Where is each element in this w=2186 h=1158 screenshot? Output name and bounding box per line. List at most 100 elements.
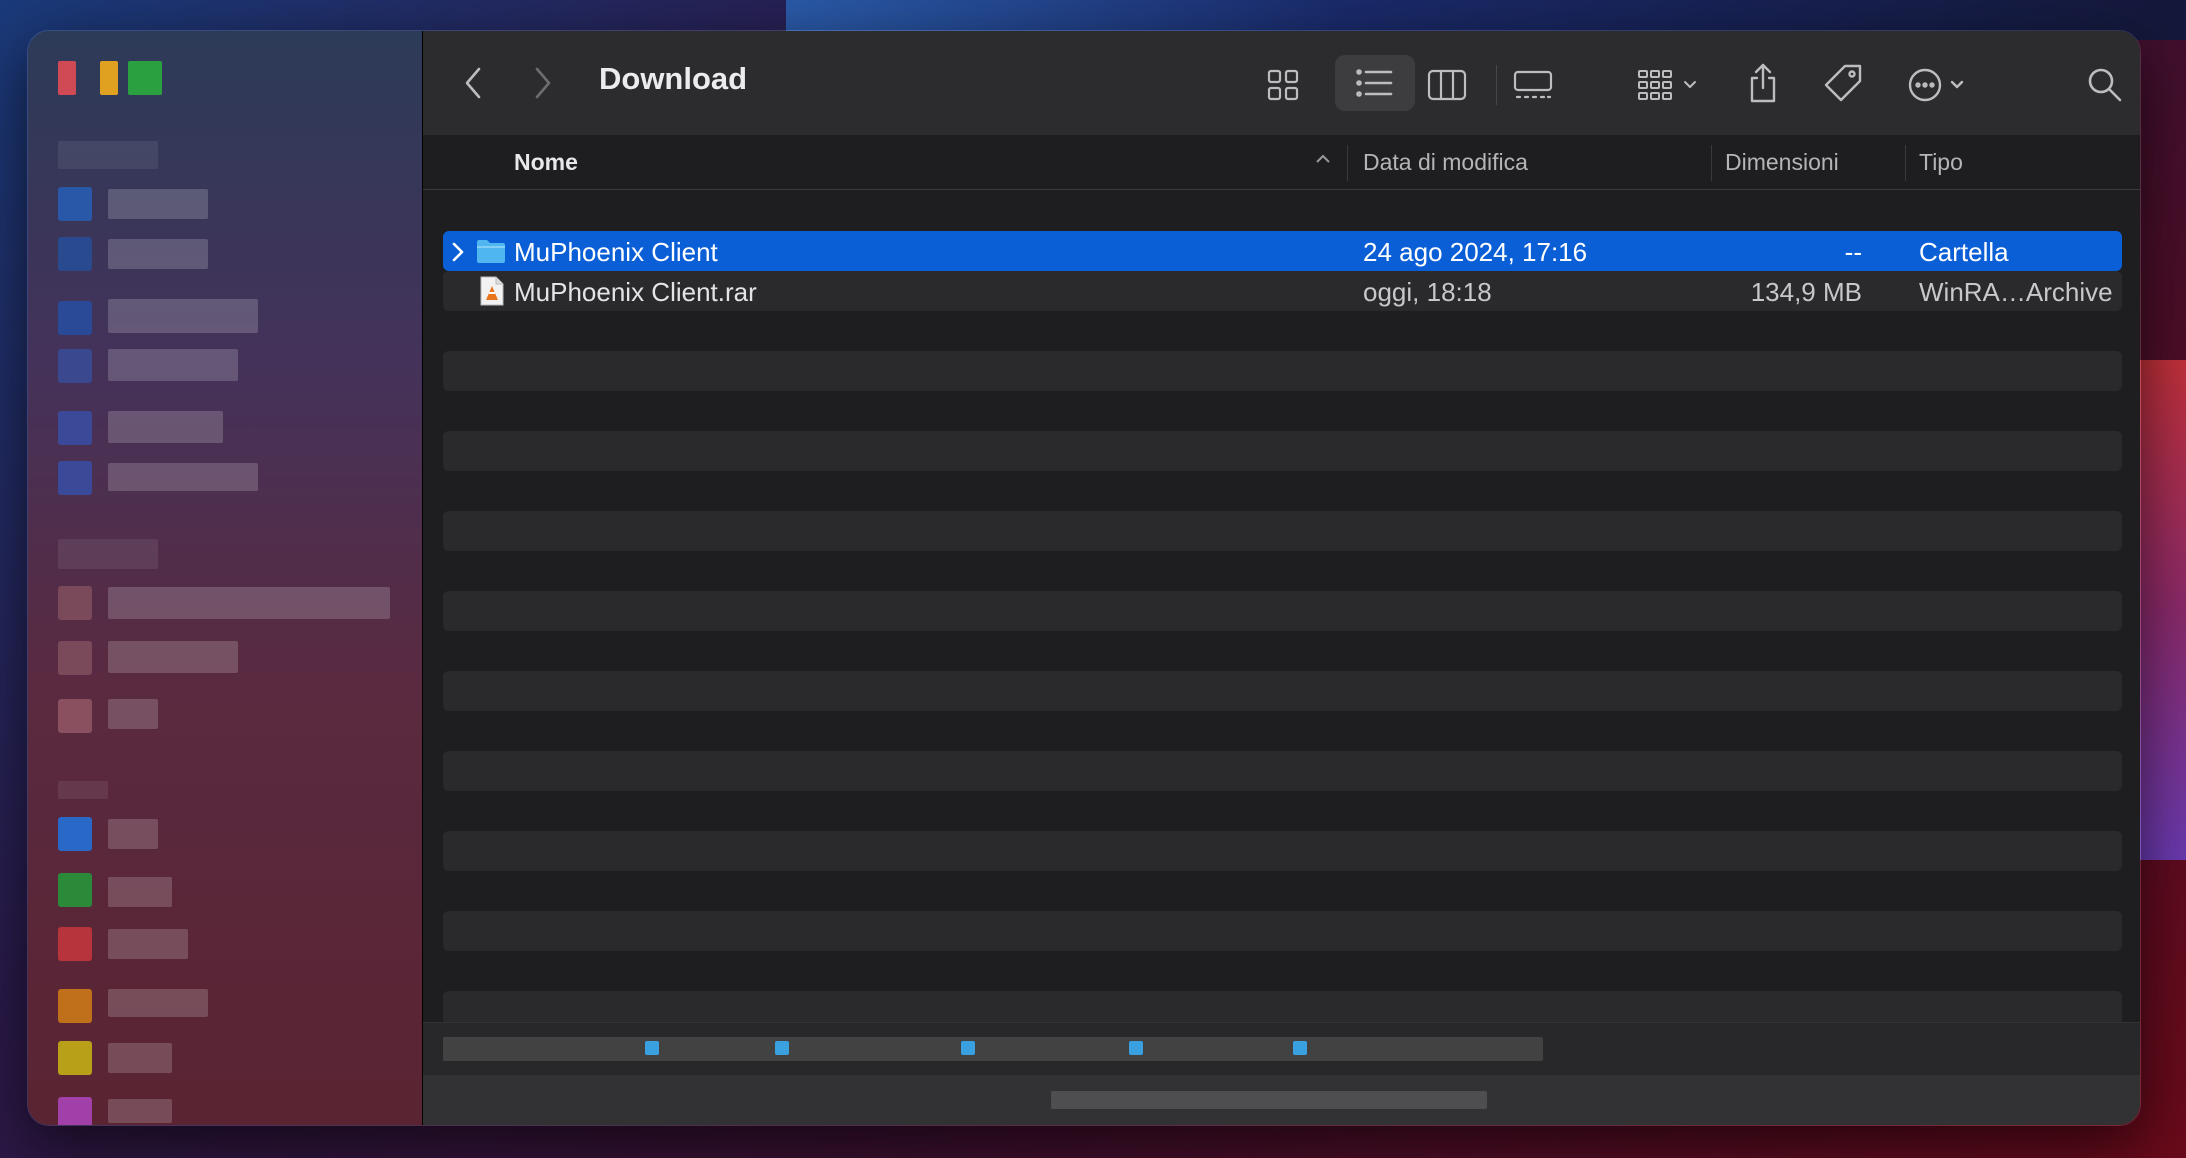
path-folder-icon: [1293, 1041, 1307, 1055]
sidebar-item-icon: [58, 301, 92, 335]
ellipsis-circle-icon: [1908, 68, 1964, 102]
sidebar-section-heading: [58, 781, 108, 799]
group-button[interactable]: [1629, 59, 1709, 111]
file-size: --: [1844, 237, 1862, 267]
disclosure-triangle-icon[interactable]: [449, 239, 467, 270]
folder-icon: [475, 237, 507, 272]
close-button[interactable]: [58, 61, 76, 95]
sidebar-item-blurred[interactable]: [108, 411, 223, 443]
empty-row: [443, 831, 2122, 871]
status-bar: [423, 1075, 2140, 1125]
sidebar-item-blurred[interactable]: [108, 299, 258, 333]
empty-row: [443, 751, 2122, 791]
empty-row: [443, 511, 2122, 551]
file-name: MuPhoenix Client: [514, 237, 718, 267]
list-view-button[interactable]: [1335, 55, 1415, 111]
file-row-archive[interactable]: MuPhoenix Client.rar oggi, 18:18 134,9 M…: [443, 271, 2122, 311]
file-size: 134,9 MB: [1750, 277, 1862, 307]
sidebar-item-blurred[interactable]: [108, 463, 258, 491]
sidebar-item-icon: [58, 641, 92, 675]
sidebar-item-blurred[interactable]: [108, 239, 208, 269]
sidebar-item-blurred[interactable]: [108, 1043, 172, 1073]
path-bar-blurred[interactable]: [443, 1037, 1543, 1061]
forward-button[interactable]: [523, 61, 563, 105]
sidebar-item-icon: [58, 586, 92, 620]
sidebar-item-icon: [58, 237, 92, 271]
chevron-left-icon: [465, 67, 481, 99]
sort-ascending-icon: [1313, 149, 1333, 175]
tag-icon: [1824, 64, 1862, 102]
search-icon: [2088, 68, 2122, 102]
file-row-folder[interactable]: MuPhoenix Client 24 ago 2024, 17:16 -- C…: [443, 231, 2122, 271]
columns-icon: [1427, 69, 1467, 101]
search-button[interactable]: [2079, 59, 2131, 111]
column-separator[interactable]: [1711, 145, 1712, 181]
zoom-button[interactable]: [128, 61, 162, 95]
sidebar-item-blurred[interactable]: [108, 1099, 172, 1123]
chevron-right-icon: [535, 67, 551, 99]
column-separator[interactable]: [1905, 145, 1906, 181]
toolbar: Download: [423, 31, 2140, 136]
sidebar-item-icon: [58, 699, 92, 733]
back-button[interactable]: [453, 61, 493, 105]
empty-row: [443, 431, 2122, 471]
file-name: MuPhoenix Client.rar: [514, 277, 757, 307]
sidebar-item-blurred[interactable]: [108, 641, 238, 673]
sidebar-item-blurred[interactable]: [108, 819, 158, 849]
window-controls: [58, 61, 162, 95]
gallery-view-button[interactable]: [1505, 59, 1561, 111]
column-header-size[interactable]: Dimensioni: [1725, 149, 1839, 176]
file-modified: oggi, 18:18: [1363, 277, 1492, 307]
list-icon: [1356, 69, 1393, 97]
path-bar: [423, 1022, 2140, 1075]
list-header: Nome Data di modifica Dimensioni Tipo: [423, 135, 2140, 190]
column-header-modified[interactable]: Data di modifica: [1363, 149, 1528, 176]
column-view-button[interactable]: [1417, 59, 1477, 111]
more-actions-button[interactable]: [1899, 59, 1979, 111]
group-grid-icon: [1638, 70, 1696, 100]
grid-icon: [1267, 69, 1299, 101]
status-text-blurred: [1051, 1091, 1487, 1109]
sidebar-item-icon: [58, 411, 92, 445]
empty-row: [443, 591, 2122, 631]
sidebar-item-blurred[interactable]: [108, 877, 172, 907]
empty-row: [443, 351, 2122, 391]
window-title: Download: [599, 61, 748, 96]
tag-green-icon: [58, 873, 92, 907]
file-modified: 24 ago 2024, 17:16: [1363, 237, 1588, 267]
share-icon: [1750, 63, 1776, 103]
sidebar-item-icon: [58, 817, 92, 851]
tag-button[interactable]: [1819, 57, 1867, 109]
archive-icon: [479, 275, 505, 314]
main-content: Download Nome Data di modifica Dimension…: [422, 31, 2140, 1125]
column-separator[interactable]: [1347, 145, 1348, 181]
sidebar-item-blurred[interactable]: [108, 349, 238, 381]
icon-view-button[interactable]: [1255, 59, 1311, 111]
path-folder-icon: [1129, 1041, 1143, 1055]
path-folder-icon: [961, 1041, 975, 1055]
sidebar-item-blurred[interactable]: [108, 587, 390, 619]
share-button[interactable]: [1741, 55, 1785, 111]
sidebar-section-heading: [58, 141, 158, 169]
tag-red-icon: [58, 927, 92, 961]
empty-row: [443, 911, 2122, 951]
file-kind: Cartella: [1919, 237, 2009, 267]
sidebar-item-blurred[interactable]: [108, 699, 158, 729]
tag-purple-icon: [58, 1097, 92, 1125]
finder-window: Download Nome Data di modifica Dimension…: [27, 30, 2141, 1126]
sidebar-item-blurred[interactable]: [108, 989, 208, 1017]
file-kind: WinRA…Archive: [1919, 277, 2113, 307]
path-folder-icon: [645, 1041, 659, 1055]
sidebar-item-blurred[interactable]: [108, 189, 208, 219]
sidebar-item-icon: [58, 461, 92, 495]
sidebar-item-blurred[interactable]: [108, 929, 188, 959]
tag-orange-icon: [58, 989, 92, 1023]
column-header-name[interactable]: Nome: [514, 149, 578, 176]
sidebar-item-icon: [58, 187, 92, 221]
column-header-kind[interactable]: Tipo: [1919, 149, 1963, 176]
gallery-icon: [1513, 70, 1553, 99]
sidebar-item-icon: [58, 349, 92, 383]
path-folder-icon: [775, 1041, 789, 1055]
minimize-button[interactable]: [100, 61, 118, 95]
sidebar: [28, 31, 422, 1125]
